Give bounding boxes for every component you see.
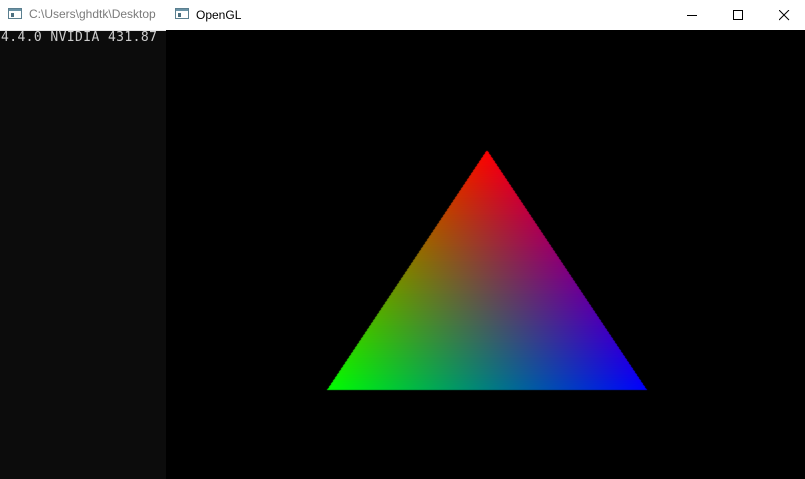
minimize-button[interactable] <box>669 0 715 30</box>
opengl-viewport[interactable] <box>166 30 805 479</box>
opengl-titlebar[interactable]: OpenGL <box>166 0 805 30</box>
console-app-icon <box>8 8 22 19</box>
close-icon <box>779 10 790 21</box>
console-title: C:\Users\ghdtk\Desktop <box>29 7 156 21</box>
rgb-triangle <box>166 30 805 479</box>
minimize-icon <box>687 15 697 16</box>
console-output-line: 4.4.0 NVIDIA 431.87 <box>1 30 158 45</box>
window-title: OpenGL <box>196 8 242 22</box>
maximize-button[interactable] <box>715 0 761 30</box>
close-button[interactable] <box>761 0 805 30</box>
opengl-app-icon <box>175 8 189 19</box>
maximize-icon <box>733 10 743 20</box>
opengl-window[interactable]: OpenGL <box>166 0 805 479</box>
